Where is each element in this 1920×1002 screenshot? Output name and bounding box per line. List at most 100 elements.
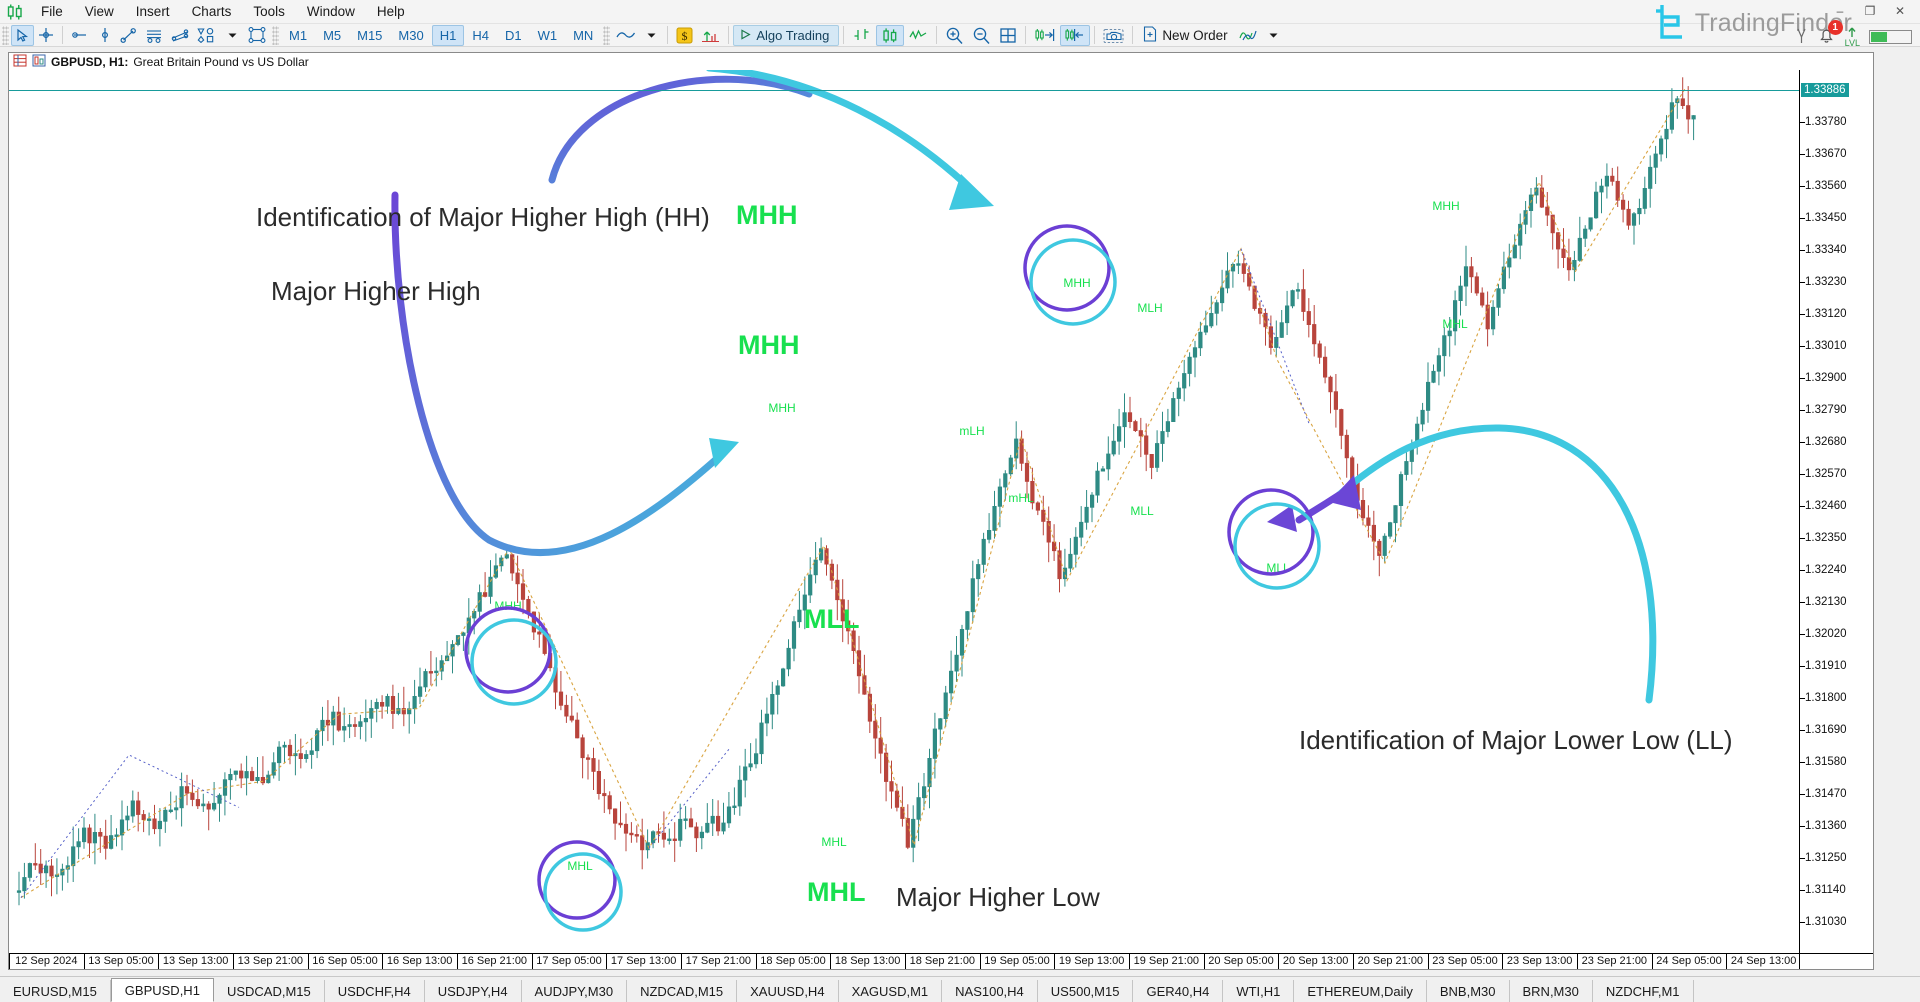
menu-item-charts[interactable]: Charts: [181, 0, 243, 24]
vertical-line-tool-button[interactable]: [93, 25, 116, 46]
crosshair-tool-button[interactable]: [34, 25, 58, 46]
zoom-out-icon[interactable]: [968, 25, 995, 46]
object-bounding-box-button[interactable]: [244, 25, 270, 46]
camera-icon[interactable]: [1099, 25, 1128, 46]
symbol-tab-nzdcad-m15[interactable]: NZDCAD,M15: [627, 980, 738, 1002]
new-order-button[interactable]: New Order: [1137, 25, 1233, 46]
time-axis[interactable]: 12 Sep 2024 13 Sep 05:00 13 Sep 13:00 13 Se…: [9, 953, 1873, 969]
price-tick-label: 1.32240: [1805, 564, 1847, 576]
time-tick-label: 19 Sep 13:00: [1058, 955, 1125, 967]
svg-text:MHH: MHH: [768, 401, 795, 415]
symbol-tab-usdjpy-h4[interactable]: USDJPY,H4: [425, 980, 522, 1002]
price-tick-mark: [1800, 154, 1805, 155]
symbol-tab-brn-m30[interactable]: BRN,M30: [1510, 980, 1593, 1002]
bell-icon[interactable]: 1: [1817, 20, 1843, 48]
price-tick-mark: [1800, 218, 1805, 219]
chart-plot-area[interactable]: MHH MHL MHH MHL mLH mHL MHH MLH MLL MLL MHH MHL: [9, 70, 1873, 969]
svg-text:MHL: MHL: [1442, 317, 1468, 331]
symbol-tab-usdchf-h4[interactable]: USDCHF,H4: [325, 980, 425, 1002]
chart-type-dropdown-button[interactable]: [640, 25, 663, 46]
svg-text:MHH: MHH: [1432, 199, 1459, 213]
menu-item-view[interactable]: View: [74, 0, 125, 24]
indicators-dropdown-button[interactable]: [1262, 25, 1285, 46]
candlestick-chart-icon[interactable]: [876, 24, 905, 46]
time-tick-separator: [755, 954, 757, 969]
chart-shift-right-icon[interactable]: [1030, 25, 1060, 46]
price-tick-mark: [1800, 794, 1805, 795]
annotation-title-ll: Identification of Major Lower Low (LL): [1299, 725, 1733, 755]
grid-icon[interactable]: [995, 25, 1021, 46]
toolbar-grip-3[interactable]: [603, 25, 611, 45]
price-tick-mark: [1800, 666, 1805, 667]
channel-lines-tool-button[interactable]: [141, 25, 167, 46]
fibonacci-tool-button[interactable]: [167, 25, 193, 46]
time-tick-label: 24 Sep 13:00: [1730, 955, 1797, 967]
price-axis[interactable]: 1.33886 1.33780 1.33670 1.33560 1.33450 1.33…: [1799, 70, 1873, 969]
time-tick-separator: [1278, 954, 1280, 969]
dollar-icon[interactable]: $: [672, 25, 697, 46]
timeframe-w1[interactable]: W1: [530, 25, 566, 46]
indicators-squiggle-icon[interactable]: [1234, 25, 1262, 46]
timeframe-m30[interactable]: M30: [390, 25, 431, 46]
symbol-tab-wti-h1[interactable]: WTI,H1: [1223, 980, 1295, 1002]
chart-autoscroll-icon[interactable]: [1060, 24, 1091, 46]
toolbar-grip[interactable]: [2, 25, 9, 45]
zoom-in-icon[interactable]: [941, 25, 968, 46]
price-tick-mark: [1800, 762, 1805, 763]
symbol-tab-nas100-h4[interactable]: NAS100,H4: [942, 980, 1038, 1002]
menu-item-tools[interactable]: Tools: [242, 0, 296, 24]
price-tick-mark: [1800, 442, 1805, 443]
shapes-dropdown-button[interactable]: [221, 25, 244, 46]
trendline-tool-button[interactable]: [67, 25, 93, 46]
symbol-tab-ger40-h4[interactable]: GER40,H4: [1133, 980, 1224, 1002]
close-button[interactable]: ✕: [1886, 2, 1914, 20]
line-chart-icon[interactable]: [612, 25, 640, 46]
chart-data-icon: [13, 54, 27, 70]
timeframe-h4[interactable]: H4: [464, 25, 497, 46]
shapes-tool-button[interactable]: [193, 25, 221, 46]
pointer-icon[interactable]: [1795, 27, 1808, 48]
timeframe-m1[interactable]: M1: [281, 25, 315, 46]
restore-button[interactable]: ❐: [1856, 2, 1884, 20]
minimize-button[interactable]: –: [1826, 2, 1854, 20]
timeframe-m15[interactable]: M15: [349, 25, 390, 46]
svg-text:MHH: MHH: [494, 599, 521, 613]
symbol-tab-gbpusd-h1[interactable]: GBPUSD,H1: [110, 978, 214, 1002]
time-tick-label: 18 Sep 13:00: [834, 955, 901, 967]
candles-canvas[interactable]: MHH MHL MHH MHL mLH mHL MHH MLH MLL MLL MHH MHL: [9, 70, 1799, 953]
time-tick-label: 23 Sep 13:00: [1506, 955, 1573, 967]
symbol-tab-xagusd-m1[interactable]: XAGUSD,M1: [839, 980, 943, 1002]
menu-item-file[interactable]: File: [30, 0, 74, 24]
price-tick-mark: [1800, 474, 1805, 475]
time-tick-separator: [83, 954, 85, 969]
symbol-tab-eurusd-m15[interactable]: EURUSD,M15: [0, 980, 111, 1002]
timeframe-m5[interactable]: M5: [315, 25, 349, 46]
timeframe-mn[interactable]: MN: [565, 25, 601, 46]
menu-item-help[interactable]: Help: [366, 0, 416, 24]
symbol-tab-ethereum-daily[interactable]: ETHEREUM,Daily: [1294, 980, 1427, 1002]
menu-item-window[interactable]: Window: [296, 0, 366, 24]
symbol-tab-usdcad-m15[interactable]: USDCAD,M15: [214, 980, 325, 1002]
zigzag-line-icon[interactable]: [904, 25, 932, 46]
toolbar-grip-2[interactable]: [272, 25, 279, 45]
algo-trading-button[interactable]: Algo Trading: [733, 24, 840, 46]
timeframe-d1[interactable]: D1: [497, 25, 530, 46]
symbol-tab-nzdchf-m1[interactable]: NZDCHF,M1: [1593, 980, 1694, 1002]
diagonal-line-tool-button[interactable]: [116, 25, 141, 46]
price-tick-label: 1.33670: [1805, 148, 1847, 160]
new-order-label: New Order: [1162, 27, 1228, 43]
main-toolbar: M1 M5 M15 M30 H1 H4 D1 W1 MN $ Algo Trad…: [0, 24, 1920, 47]
timeframe-h1[interactable]: H1: [431, 24, 465, 46]
toolbar-divider-5: [936, 26, 938, 44]
symbol-tab-audjpy-m30[interactable]: AUDJPY,M30: [522, 980, 628, 1002]
symbol-tab-xauusd-h4[interactable]: XAUUSD,H4: [737, 980, 839, 1002]
menu-item-insert[interactable]: Insert: [125, 0, 181, 24]
time-tick-separator: [531, 954, 533, 969]
label-mll: MLL: [804, 604, 860, 634]
indicator-arrow-icon[interactable]: [697, 25, 724, 46]
mt5-application-window: File View Insert Charts Tools Window Hel…: [0, 0, 1920, 1002]
symbol-tab-bnb-m30[interactable]: BNB,M30: [1427, 980, 1510, 1002]
cursor-tool-button[interactable]: [11, 24, 34, 46]
symbol-tab-us500-m15[interactable]: US500,M15: [1038, 980, 1134, 1002]
bar-chart-icon[interactable]: [848, 25, 876, 46]
